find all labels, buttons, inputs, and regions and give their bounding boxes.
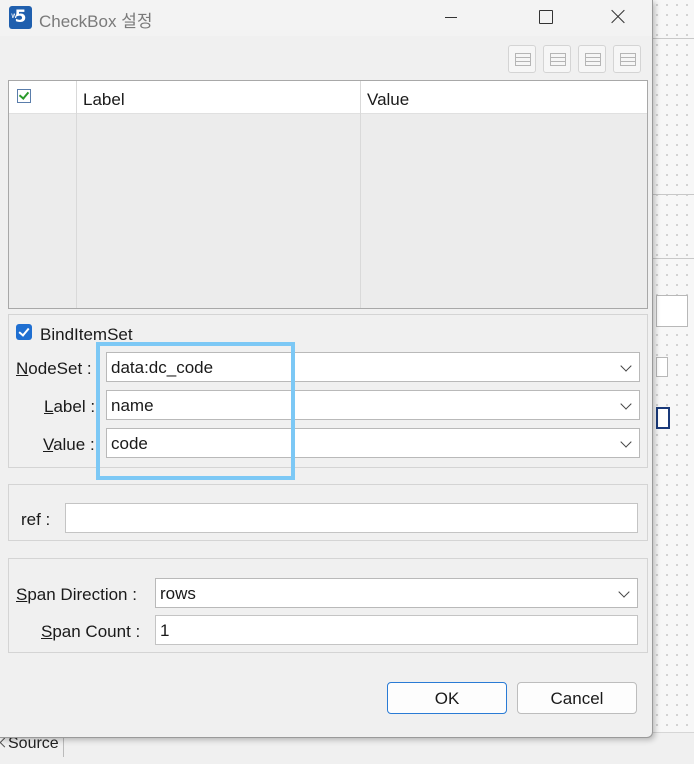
checkbox-settings-dialog: w5 CheckBox 설정 Label Value BindItemSet N… [0, 0, 653, 738]
ok-button[interactable]: OK [387, 682, 507, 714]
canvas-line [652, 38, 694, 39]
chevron-down-icon[interactable] [620, 398, 632, 410]
canvas-component[interactable] [656, 357, 668, 377]
canvas-line [652, 194, 694, 195]
span-direction-select[interactable]: rows [155, 578, 638, 608]
items-table[interactable]: Label Value [8, 80, 648, 309]
value-field-label: Value : [43, 435, 95, 454]
chevron-down-icon[interactable] [618, 586, 630, 598]
chevron-down-icon[interactable] [620, 360, 632, 372]
column-divider [76, 81, 77, 308]
span-count-label: Span Count : [41, 622, 141, 641]
chevron-down-icon[interactable] [620, 436, 632, 448]
binditemset-label: BindItemSet [40, 325, 133, 344]
close-icon[interactable] [594, 0, 640, 34]
column-header-value[interactable]: Value [367, 90, 409, 110]
delete-row-icon[interactable] [578, 45, 606, 73]
column-header-label[interactable]: Label [83, 90, 125, 110]
canvas-component[interactable] [656, 295, 688, 327]
canvas-line [652, 258, 694, 259]
ref-label: ref : [21, 510, 51, 529]
insert-row-icon[interactable] [543, 45, 571, 73]
nodeset-value: data:dc_code [111, 358, 214, 377]
binditemset-checkbox[interactable] [16, 324, 32, 340]
window-title: CheckBox 설정 [39, 12, 153, 31]
span-direction-label: Span Direction : [16, 585, 137, 604]
label-field-label: Label : [44, 397, 96, 416]
span-direction-value: rows [160, 584, 196, 603]
maximize-icon[interactable] [522, 0, 568, 34]
nodeset-select[interactable]: data:dc_code [106, 352, 640, 382]
design-canvas [652, 0, 694, 763]
add-row-icon[interactable] [508, 45, 536, 73]
title-bar: w5 CheckBox 설정 [0, 0, 652, 36]
label-value: name [111, 396, 154, 415]
span-count-input[interactable]: 1 [155, 615, 638, 645]
cancel-button[interactable]: Cancel [517, 682, 637, 714]
ref-input[interactable] [65, 503, 638, 533]
nodeset-label: NodeSet : [16, 359, 92, 378]
clear-rows-icon[interactable] [613, 45, 641, 73]
column-divider [360, 81, 361, 308]
select-all-checkbox[interactable] [17, 89, 31, 103]
value-value: code [111, 434, 148, 453]
value-select[interactable]: code [106, 428, 640, 458]
app-icon: w5 [9, 6, 32, 29]
canvas-component[interactable] [656, 407, 670, 429]
label-select[interactable]: name [106, 390, 640, 420]
minimize-icon[interactable] [428, 0, 474, 34]
